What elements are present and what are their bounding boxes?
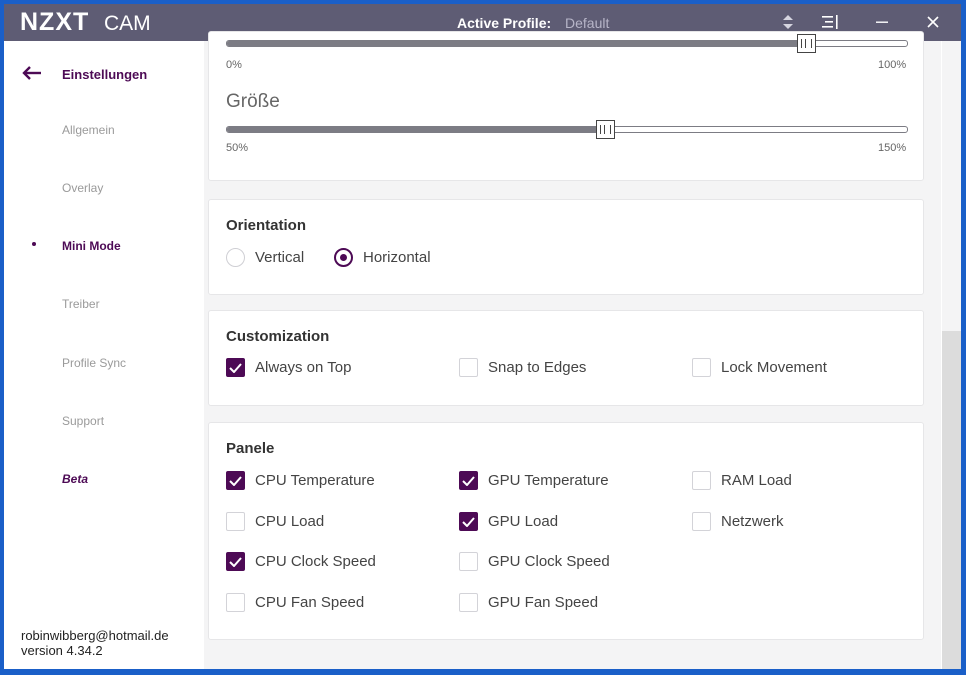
brand-logo: NZXT xyxy=(20,8,90,36)
radio-circle[interactable] xyxy=(226,248,245,267)
radio-label: Vertical xyxy=(255,249,305,266)
check-icon xyxy=(462,475,475,486)
size-slider-track[interactable] xyxy=(226,126,908,133)
checkbox-label: RAM Load xyxy=(721,472,792,489)
orientation-card: Orientation Vertical Horizontal xyxy=(208,199,924,295)
checkbox-box[interactable] xyxy=(692,471,711,490)
check-icon xyxy=(229,475,242,486)
checkbox-box[interactable] xyxy=(692,512,711,531)
checkbox-cpu-temperature[interactable]: CPU Temperature xyxy=(226,471,375,490)
content-scrollbar[interactable] xyxy=(942,41,961,669)
checkbox-box[interactable] xyxy=(692,358,711,377)
checkbox-box[interactable] xyxy=(459,358,478,377)
panels-card: Panele CPU Temperature GPU Temperature R… xyxy=(208,422,924,640)
size-min-label: 50% xyxy=(226,142,249,154)
settings-sidebar: Einstellungen Allgemein Overlay Mini Mod… xyxy=(4,41,204,669)
appearance-card: 0% 100% Größe 50% 150% xyxy=(208,31,924,181)
opacity-slider-thumb[interactable] xyxy=(797,34,816,53)
checkbox-box[interactable] xyxy=(459,512,478,531)
checkbox-lock-movement[interactable]: Lock Movement xyxy=(692,358,827,377)
sidebar-item-treiber[interactable]: Treiber xyxy=(62,297,100,311)
sidebar-item-mini-mode[interactable]: Mini Mode xyxy=(62,239,121,253)
checkbox-box[interactable] xyxy=(226,358,245,377)
radio-vertical[interactable]: Vertical xyxy=(226,248,304,267)
size-slider-fill xyxy=(227,127,606,132)
checkbox-label: Always on Top xyxy=(255,359,352,376)
checkbox-box[interactable] xyxy=(459,593,478,612)
check-icon xyxy=(229,362,242,373)
checkbox-label: GPU Fan Speed xyxy=(488,594,599,611)
checkbox-box[interactable] xyxy=(226,512,245,531)
check-icon xyxy=(229,556,242,567)
checkbox-box[interactable] xyxy=(459,552,478,571)
settings-content: 0% 100% Größe 50% 150% Orientation Verti… xyxy=(204,31,941,669)
checkbox-box[interactable] xyxy=(226,552,245,571)
checkbox-gpu-load[interactable]: GPU Load xyxy=(459,512,558,531)
checkbox-gpu-temperature[interactable]: GPU Temperature xyxy=(459,471,609,490)
app-window: NZXT CAM Active Profile: Default Einstel… xyxy=(4,4,961,669)
radio-circle[interactable] xyxy=(334,248,353,267)
checkbox-cpu-fan-speed[interactable]: CPU Fan Speed xyxy=(226,593,364,612)
active-profile-value[interactable]: Default xyxy=(565,15,609,31)
checkbox-label: Snap to Edges xyxy=(488,359,587,376)
sidebar-item-beta[interactable]: Beta xyxy=(62,472,88,486)
checkbox-label: CPU Temperature xyxy=(255,472,375,489)
checkbox-cpu-load[interactable]: CPU Load xyxy=(226,512,324,531)
radio-label: Horizontal xyxy=(363,249,431,266)
checkbox-box[interactable] xyxy=(226,471,245,490)
orientation-title: Orientation xyxy=(226,217,307,234)
customization-title: Customization xyxy=(226,328,330,345)
checkbox-label: CPU Clock Speed xyxy=(255,553,376,570)
size-slider-label: Größe xyxy=(226,91,280,112)
sidebar-item-allgemein[interactable]: Allgemein xyxy=(62,123,115,137)
checkbox-cpu-clock-speed[interactable]: CPU Clock Speed xyxy=(226,552,376,571)
sidebar-item-overlay[interactable]: Overlay xyxy=(62,181,103,195)
checkbox-label: Netzwerk xyxy=(721,513,784,530)
checkbox-snap-to-edges[interactable]: Snap to Edges xyxy=(459,358,586,377)
checkbox-netzwerk[interactable]: Netzwerk xyxy=(692,512,784,531)
active-indicator-dot xyxy=(32,242,36,246)
radio-horizontal[interactable]: Horizontal xyxy=(334,248,431,267)
sidebar-item-profile-sync[interactable]: Profile Sync xyxy=(62,356,126,370)
scrollbar-thumb[interactable] xyxy=(942,331,961,669)
checkbox-box[interactable] xyxy=(226,593,245,612)
app-version: version 4.34.2 xyxy=(21,643,103,658)
checkbox-always-on-top[interactable]: Always on Top xyxy=(226,358,351,377)
checkbox-gpu-fan-speed[interactable]: GPU Fan Speed xyxy=(459,593,598,612)
checkbox-label: GPU Load xyxy=(488,513,559,530)
checkbox-label: Lock Movement xyxy=(721,359,827,376)
product-name: CAM xyxy=(104,12,151,35)
back-label: Einstellungen xyxy=(62,67,148,82)
panels-title: Panele xyxy=(226,440,275,457)
checkbox-label: CPU Load xyxy=(255,513,325,530)
sidebar-item-support[interactable]: Support xyxy=(62,414,104,428)
check-icon xyxy=(462,516,475,527)
checkbox-label: CPU Fan Speed xyxy=(255,594,365,611)
active-profile-label: Active Profile: xyxy=(457,15,552,31)
back-to-settings[interactable]: Einstellungen xyxy=(22,63,147,86)
opacity-slider-fill xyxy=(227,41,807,46)
size-slider-thumb[interactable] xyxy=(596,120,615,139)
account-email: robinwibberg@hotmail.de xyxy=(21,628,169,643)
checkbox-label: GPU Clock Speed xyxy=(488,553,610,570)
customization-card: Customization Always on Top Snap to Edge… xyxy=(208,310,924,406)
checkbox-gpu-clock-speed[interactable]: GPU Clock Speed xyxy=(459,552,610,571)
opacity-max-label: 100% xyxy=(878,59,907,71)
checkbox-ram-load[interactable]: RAM Load xyxy=(692,471,792,490)
checkbox-box[interactable] xyxy=(459,471,478,490)
checkbox-label: GPU Temperature xyxy=(488,472,609,489)
back-arrow-icon xyxy=(22,63,62,86)
size-max-label: 150% xyxy=(878,142,907,154)
opacity-min-label: 0% xyxy=(226,59,242,71)
